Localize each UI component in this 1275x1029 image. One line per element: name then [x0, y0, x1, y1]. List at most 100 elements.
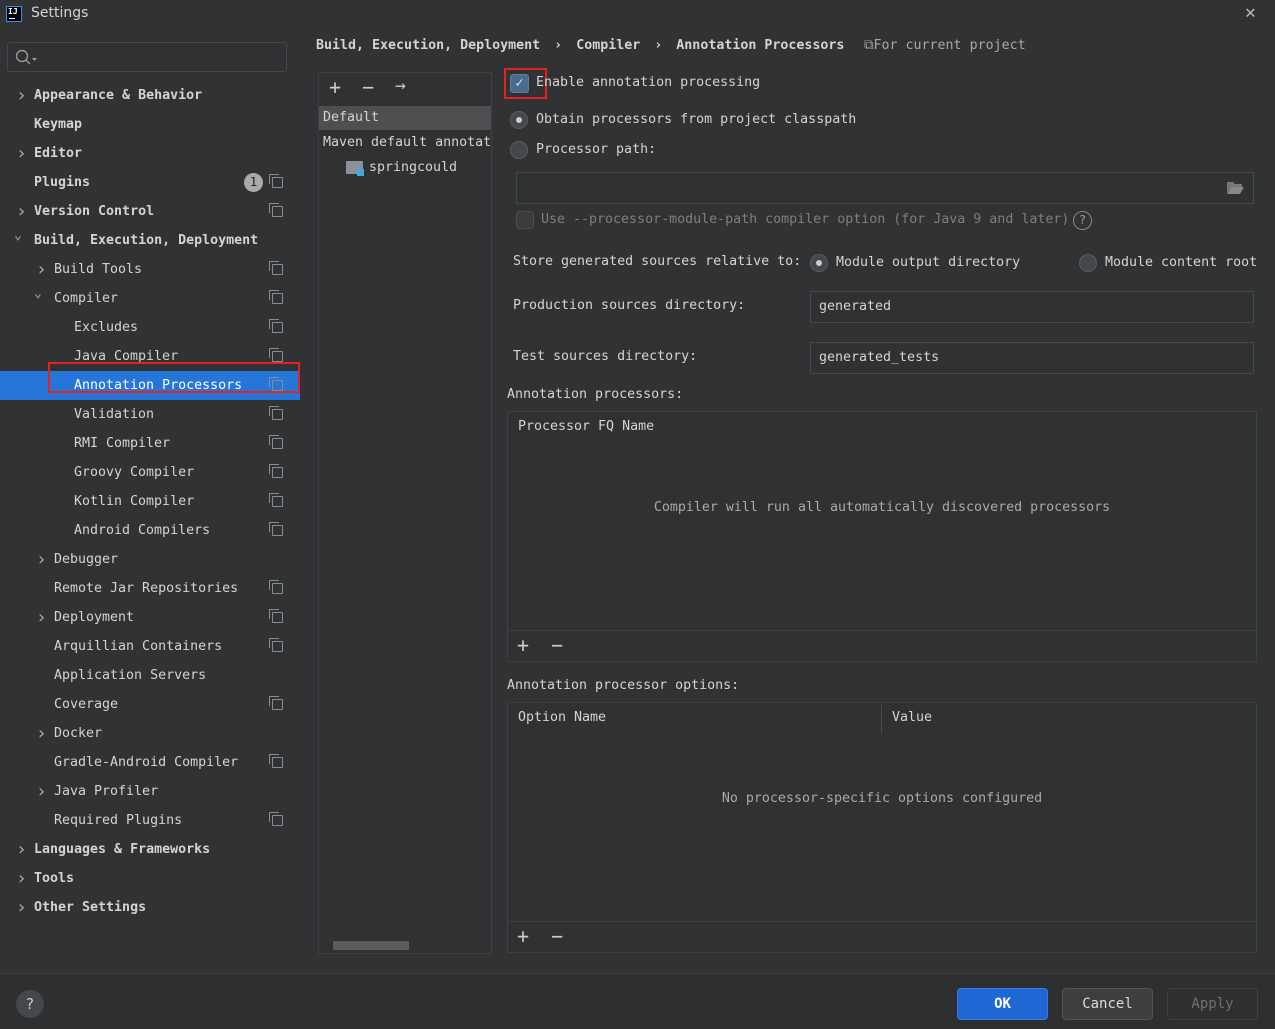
column-header-value[interactable]: Value: [892, 710, 932, 725]
sidebar-item-debugger[interactable]: › Debugger: [0, 545, 300, 574]
sidebar-item-keymap[interactable]: Keymap: [0, 110, 300, 139]
sidebar-item-label: Tools: [34, 871, 75, 886]
sidebar-item-build-execution-deployment[interactable]: ⌄ Build, Execution, Deployment: [0, 226, 300, 255]
processor-path-radio[interactable]: [510, 141, 528, 159]
cancel-button[interactable]: Cancel: [1062, 988, 1153, 1020]
sidebar-item-arquillian-containers[interactable]: Arquillian Containers: [0, 632, 300, 661]
project-scope-icon: [269, 493, 283, 507]
sidebar-item-appearance-behavior[interactable]: › Appearance & Behavior: [0, 81, 300, 110]
sidebar-item-required-plugins[interactable]: Required Plugins: [0, 806, 300, 835]
production-dir-input[interactable]: generated: [810, 291, 1254, 323]
sidebar-item-label: Gradle-Android Compiler: [54, 755, 239, 770]
enable-annotation-label: Enable annotation processing: [536, 75, 761, 90]
test-dir-label: Test sources directory:: [513, 349, 698, 364]
move-arrow-icon[interactable]: →: [395, 75, 406, 96]
chevron-right-icon[interactable]: ›: [16, 81, 27, 110]
remove-processor-button[interactable]: −: [551, 633, 563, 657]
add-processor-button[interactable]: +: [517, 633, 529, 657]
folder-open-icon[interactable]: [1226, 180, 1245, 195]
chevron-right-icon[interactable]: ›: [36, 603, 47, 632]
horizontal-scrollbar[interactable]: [333, 941, 409, 950]
chevron-right-icon[interactable]: ›: [36, 777, 47, 806]
sidebar-item-rmi-compiler[interactable]: RMI Compiler: [0, 429, 300, 458]
footer-bar: ? OK Cancel Apply: [0, 973, 1275, 1029]
help-icon[interactable]: ?: [1073, 211, 1092, 230]
column-header-option-name[interactable]: Option Name: [518, 710, 606, 725]
chevron-down-icon[interactable]: ⌄: [34, 279, 42, 308]
enable-annotation-checkbox[interactable]: ✓: [510, 74, 529, 93]
sidebar-item-label: Compiler: [54, 291, 119, 306]
close-icon[interactable]: ✕: [1245, 2, 1256, 23]
chevron-right-icon[interactable]: ›: [16, 139, 27, 168]
module-path-label: Use --processor-module-path compiler opt…: [541, 212, 1070, 227]
breadcrumb-item[interactable]: Compiler: [576, 38, 640, 53]
processor-options-label: Annotation processor options:: [507, 678, 740, 693]
sidebar-item-label: Android Compilers: [74, 523, 211, 538]
profile-item-default[interactable]: Default: [319, 106, 491, 130]
add-option-button[interactable]: +: [517, 924, 529, 948]
test-dir-input[interactable]: generated_tests: [810, 342, 1254, 374]
apply-button[interactable]: Apply: [1167, 988, 1258, 1020]
sidebar-item-deployment[interactable]: › Deployment: [0, 603, 300, 632]
module-item[interactable]: springcould: [346, 157, 457, 179]
sidebar-item-label: Deployment: [54, 610, 135, 625]
help-button[interactable]: ?: [16, 990, 44, 1018]
breadcrumb: Build, Execution, Deployment › Compiler …: [316, 38, 844, 53]
chevron-right-icon[interactable]: ›: [36, 545, 47, 574]
sidebar-item-build-tools[interactable]: › Build Tools: [0, 255, 300, 284]
ok-button[interactable]: OK: [957, 988, 1048, 1020]
sidebar-item-docker[interactable]: › Docker: [0, 719, 300, 748]
sidebar-item-version-control[interactable]: › Version Control: [0, 197, 300, 226]
annotation-processors-label: Annotation processors:: [507, 387, 684, 402]
sidebar-item-gradle-android-compiler[interactable]: Gradle-Android Compiler: [0, 748, 300, 777]
obtain-classpath-radio[interactable]: [510, 111, 528, 129]
module-path-checkbox[interactable]: [516, 211, 534, 229]
processor-path-input[interactable]: [516, 172, 1254, 204]
column-header-processor[interactable]: Processor FQ Name: [518, 419, 654, 434]
project-scope-icon: [269, 696, 283, 710]
processors-table: Processor FQ Name Compiler will run all …: [507, 411, 1257, 662]
remove-profile-button[interactable]: −: [362, 75, 374, 99]
obtain-classpath-label: Obtain processors from project classpath: [536, 112, 857, 127]
chevron-down-icon[interactable]: ⌄: [14, 221, 22, 250]
sidebar-item-label: Application Servers: [54, 668, 207, 683]
sidebar-item-groovy-compiler[interactable]: Groovy Compiler: [0, 458, 300, 487]
sidebar-item-java-profiler[interactable]: › Java Profiler: [0, 777, 300, 806]
remove-option-button[interactable]: −: [551, 924, 563, 948]
profile-item-maven[interactable]: Maven default annotat: [323, 131, 491, 155]
project-scope-icon: [269, 290, 283, 304]
sidebar-item-editor[interactable]: › Editor: [0, 139, 300, 168]
sidebar-item-plugins[interactable]: Plugins 1: [0, 168, 300, 197]
highlight-box: [48, 362, 300, 393]
chevron-right-icon[interactable]: ›: [16, 893, 27, 922]
module-output-radio[interactable]: [810, 254, 828, 272]
sidebar-item-label: Version Control: [34, 204, 155, 219]
sidebar-item-label: Arquillian Containers: [54, 639, 223, 654]
sidebar-item-tools[interactable]: › Tools: [0, 864, 300, 893]
sidebar-item-remote-jar-repositories[interactable]: Remote Jar Repositories: [0, 574, 300, 603]
project-scope-icon: [269, 609, 283, 623]
sidebar-item-languages-frameworks[interactable]: › Languages & Frameworks: [0, 835, 300, 864]
project-scope-icon: [269, 203, 283, 217]
sidebar-item-excludes[interactable]: Excludes: [0, 313, 300, 342]
sidebar-item-application-servers[interactable]: Application Servers: [0, 661, 300, 690]
project-scope-icon: [269, 580, 283, 594]
sidebar-item-kotlin-compiler[interactable]: Kotlin Compiler: [0, 487, 300, 516]
breadcrumb-separator: ›: [554, 38, 563, 53]
breadcrumb-item[interactable]: Build, Execution, Deployment: [316, 38, 540, 53]
module-name: springcould: [369, 160, 458, 175]
sidebar-item-android-compilers[interactable]: Android Compilers: [0, 516, 300, 545]
sidebar-item-label: Build Tools: [54, 262, 143, 277]
sidebar-item-label: Java Profiler: [54, 784, 159, 799]
sidebar-item-compiler[interactable]: ⌄ Compiler: [0, 284, 300, 313]
sidebar-item-coverage[interactable]: Coverage: [0, 690, 300, 719]
chevron-right-icon[interactable]: ›: [16, 864, 27, 893]
module-content-radio[interactable]: [1079, 254, 1097, 272]
scope-text: For current project: [873, 38, 1026, 53]
add-profile-button[interactable]: +: [329, 75, 341, 99]
chevron-right-icon[interactable]: ›: [16, 835, 27, 864]
sidebar-item-validation[interactable]: Validation: [0, 400, 300, 429]
chevron-right-icon[interactable]: ›: [36, 719, 47, 748]
search-input[interactable]: [7, 42, 287, 72]
sidebar-item-other-settings[interactable]: › Other Settings: [0, 893, 300, 922]
